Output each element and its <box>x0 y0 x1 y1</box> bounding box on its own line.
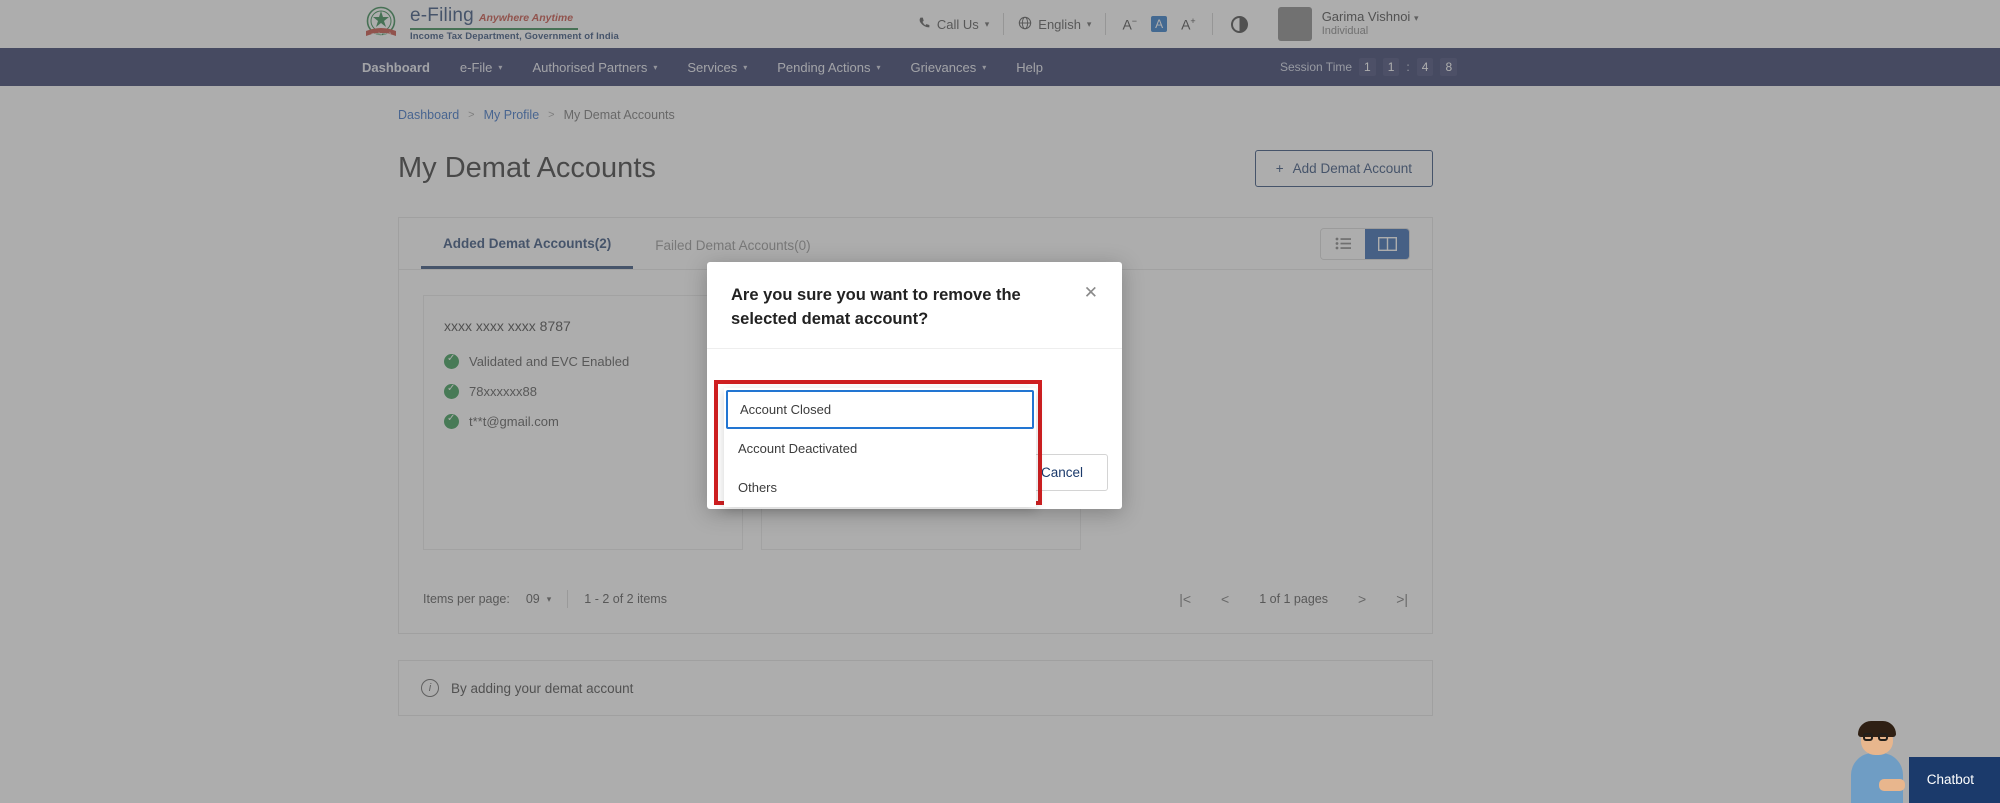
dropdown-option-others[interactable]: Others <box>724 468 1036 507</box>
modal-title: Are you sure you want to remove the sele… <box>731 286 1021 328</box>
modal-header: Are you sure you want to remove the sele… <box>707 262 1122 349</box>
dropdown-option-account-closed[interactable]: Account Closed <box>726 390 1034 429</box>
reason-dropdown-list: Account Closed Account Deactivated Other… <box>724 388 1036 507</box>
app-root: सत्यमेव जयते e-Filing Anywhere Anytime I… <box>0 0 2000 803</box>
confirm-remove-modal-wrapper: Are you sure you want to remove the sele… <box>0 0 2000 803</box>
dropdown-option-account-deactivated[interactable]: Account Deactivated <box>724 429 1036 468</box>
close-icon[interactable]: ✕ <box>1084 284 1098 301</box>
